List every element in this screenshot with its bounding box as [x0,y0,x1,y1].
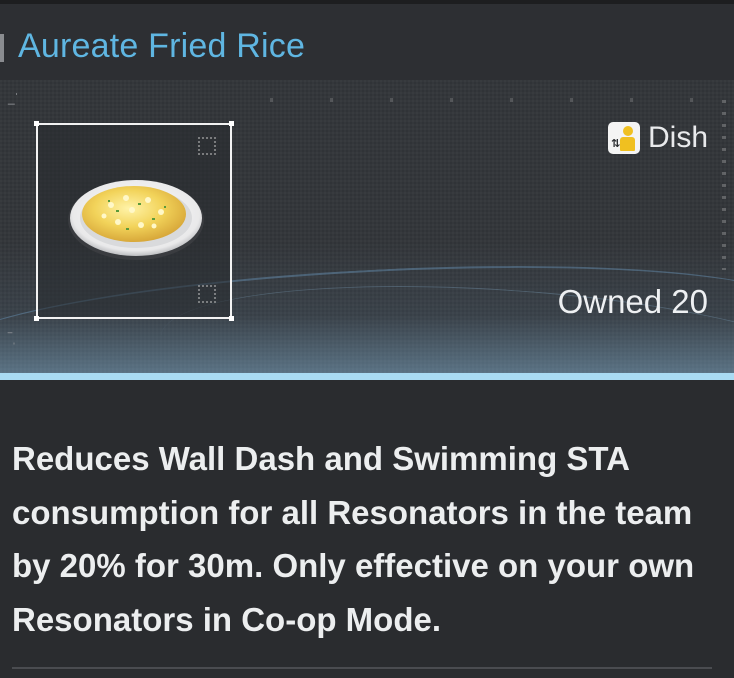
category-label: Dish [647,121,708,154]
frame-corner-tl [34,121,39,126]
description-area: Reduces Wall Dash and Swimming STA consu… [0,380,734,678]
decor-dot-row [270,98,710,102]
bottom-divider [12,667,712,669]
fried-rice-plate-icon [68,180,204,260]
item-image-frame[interactable] [34,121,234,321]
item-category: ⇅ Dish [607,118,708,158]
decor-side-marks [722,100,726,270]
accent-divider [0,373,734,380]
item-header: Aureate Fried Rice [0,4,734,80]
frame-corner-br [229,316,234,321]
corner-mark-bottom: ‾ˌ [8,331,16,345]
item-title: Aureate Fried Rice [18,27,306,65]
frame-corner-bl [34,316,39,321]
frame-glyph-top [198,137,216,155]
dish-category-icon: ⇅ [607,122,640,154]
owned-count: Owned 20 [557,283,708,320]
frame-glyph-bottom [198,285,216,303]
item-showcase: _ˈ ‾ˌ ⇅ Dish Owned 20 [0,80,734,374]
frame-corner-tr [229,121,234,126]
header-accent-tick [0,34,4,62]
item-detail-panel: Aureate Fried Rice _ˈ ‾ˌ ⇅ Dish Owned 20… [0,0,734,678]
item-description: Reduces Wall Dash and Swimming STA consu… [12,440,695,638]
corner-mark-top: _ˈ [8,91,19,105]
